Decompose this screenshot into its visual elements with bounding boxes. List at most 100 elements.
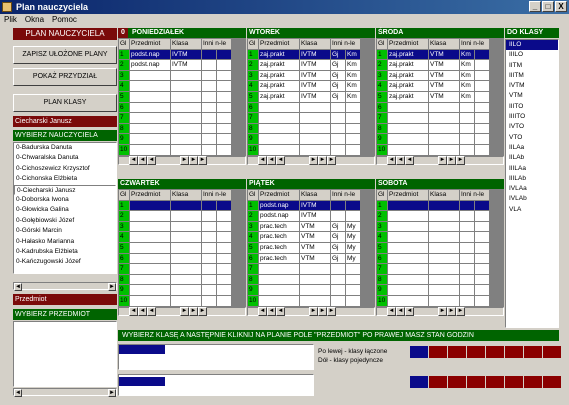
subject-cell[interactable] xyxy=(388,102,428,113)
teacher-cell[interactable] xyxy=(475,49,489,60)
class-cell[interactable] xyxy=(171,221,201,232)
teacher-cell[interactable] xyxy=(331,134,345,144)
subject-cell[interactable]: podst.nap xyxy=(259,211,299,221)
nav-right-button[interactable]: ► xyxy=(447,155,456,165)
class-cell[interactable] xyxy=(429,285,459,295)
subject-list-scrollbar[interactable]: ◄ ► xyxy=(13,388,117,397)
nav-left-button[interactable]: ◄ xyxy=(276,155,285,165)
class-cell[interactable] xyxy=(171,200,201,211)
teacher-cell[interactable] xyxy=(346,264,360,274)
single-classes-box[interactable] xyxy=(118,374,314,396)
teacher-cell[interactable]: My xyxy=(346,253,360,264)
teacher-cell[interactable]: Km xyxy=(460,81,474,91)
class-cell[interactable] xyxy=(171,232,201,242)
teacher-cell[interactable] xyxy=(460,295,474,306)
nav-left-button[interactable]: ◄ xyxy=(267,155,276,165)
teacher-cell[interactable] xyxy=(217,285,231,295)
teacher-cell[interactable] xyxy=(475,253,489,264)
class-cell[interactable] xyxy=(429,253,459,264)
subject-cell[interactable] xyxy=(388,253,428,264)
subject-cell[interactable] xyxy=(388,295,428,306)
subject-cell[interactable] xyxy=(130,274,170,285)
teacher-cell[interactable] xyxy=(217,49,231,60)
subject-cell[interactable] xyxy=(388,134,428,144)
class-cell[interactable] xyxy=(171,211,201,221)
teacher-cell[interactable] xyxy=(460,102,474,113)
nav-right-button[interactable]: ► xyxy=(180,306,189,316)
teacher-cell[interactable]: My xyxy=(346,232,360,242)
class-plan-button[interactable]: PLAN KLASY xyxy=(13,94,117,112)
class-cell[interactable] xyxy=(300,295,330,306)
nav-left-button[interactable]: ◄ xyxy=(258,155,267,165)
class-cell[interactable] xyxy=(171,123,201,134)
class-cell[interactable]: IVTM xyxy=(300,70,330,81)
teacher-cell[interactable] xyxy=(217,274,231,285)
class-cell[interactable] xyxy=(429,232,459,242)
class-item[interactable]: VLA xyxy=(506,205,558,215)
class-item[interactable]: IIILAb xyxy=(506,174,558,184)
subject-cell[interactable] xyxy=(130,253,170,264)
teacher-cell[interactable]: Gj xyxy=(331,60,345,70)
teacher-cell[interactable] xyxy=(217,102,231,113)
teacher-cell[interactable] xyxy=(331,200,345,211)
class-cell[interactable]: VTM xyxy=(429,70,459,81)
subject-cell[interactable] xyxy=(388,200,428,211)
subject-cell[interactable]: podst.nap xyxy=(259,200,299,211)
scroll-left-arrow[interactable]: ◄ xyxy=(14,283,22,291)
subject-cell[interactable] xyxy=(130,81,170,91)
scroll-left-arrow[interactable]: ◄ xyxy=(14,389,22,397)
teacher-cell[interactable] xyxy=(202,285,216,295)
teacher-cell[interactable]: Gj xyxy=(331,70,345,81)
subject-cell[interactable] xyxy=(388,123,428,134)
nav-right-button[interactable]: ► xyxy=(198,155,207,165)
class-cell[interactable] xyxy=(300,134,330,144)
class-cell[interactable] xyxy=(171,91,201,102)
teacher-cell[interactable] xyxy=(475,81,489,91)
teacher-cell[interactable] xyxy=(331,113,345,123)
class-cell[interactable] xyxy=(171,264,201,274)
teacher-cell[interactable] xyxy=(202,70,216,81)
teacher-cell[interactable] xyxy=(202,242,216,253)
nav-right-button[interactable]: ► xyxy=(189,306,198,316)
teacher-cell[interactable] xyxy=(460,253,474,264)
class-cell[interactable] xyxy=(429,123,459,134)
teacher-cell[interactable] xyxy=(331,211,345,221)
class-cell[interactable]: IVTM xyxy=(171,49,201,60)
class-cell[interactable] xyxy=(171,134,201,144)
subject-cell[interactable]: zaj.prakt xyxy=(388,60,428,70)
maximize-button[interactable]: □ xyxy=(542,1,554,12)
teacher-cell[interactable] xyxy=(475,285,489,295)
class-cell[interactable] xyxy=(429,134,459,144)
subject-cell[interactable]: zaj.prakt xyxy=(259,91,299,102)
teacher-cell[interactable] xyxy=(475,264,489,274)
class-cell[interactable] xyxy=(171,253,201,264)
teacher-cell[interactable] xyxy=(460,285,474,295)
teacher-cell[interactable] xyxy=(331,102,345,113)
teacher-cell[interactable] xyxy=(217,232,231,242)
class-cell[interactable] xyxy=(429,242,459,253)
menu-pomoc[interactable]: Pomoc xyxy=(52,14,77,26)
teacher-cell[interactable] xyxy=(217,242,231,253)
teacher-cell[interactable]: Km xyxy=(346,49,360,60)
nav-left-button[interactable]: ◄ xyxy=(396,306,405,316)
teacher-list[interactable]: 0-Badurska Danuta 0-Chwaralska Danuta 0-Ci… xyxy=(13,142,117,274)
nav-left-button[interactable]: ◄ xyxy=(387,155,396,165)
teacher-cell[interactable] xyxy=(202,200,216,211)
class-cell[interactable]: VTM xyxy=(300,232,330,242)
nav-left-button[interactable]: ◄ xyxy=(138,306,147,316)
nav-left-button[interactable]: ◄ xyxy=(147,155,156,165)
teacher-cell[interactable] xyxy=(460,242,474,253)
teacher-cell[interactable]: Km xyxy=(346,81,360,91)
teacher-cell[interactable] xyxy=(202,211,216,221)
subject-cell[interactable]: zaj.prakt xyxy=(388,81,428,91)
teacher-list-scrollbar[interactable]: ◄ ► xyxy=(13,282,117,291)
teacher-cell[interactable] xyxy=(331,264,345,274)
class-cell[interactable] xyxy=(171,113,201,123)
subject-cell[interactable] xyxy=(130,134,170,144)
subject-cell[interactable] xyxy=(259,123,299,134)
teacher-cell[interactable] xyxy=(331,144,345,155)
class-item[interactable]: IILO xyxy=(506,40,558,51)
subject-cell[interactable] xyxy=(388,221,428,232)
class-item[interactable]: VTM xyxy=(506,91,558,101)
teacher-cell[interactable]: Km xyxy=(460,49,474,60)
